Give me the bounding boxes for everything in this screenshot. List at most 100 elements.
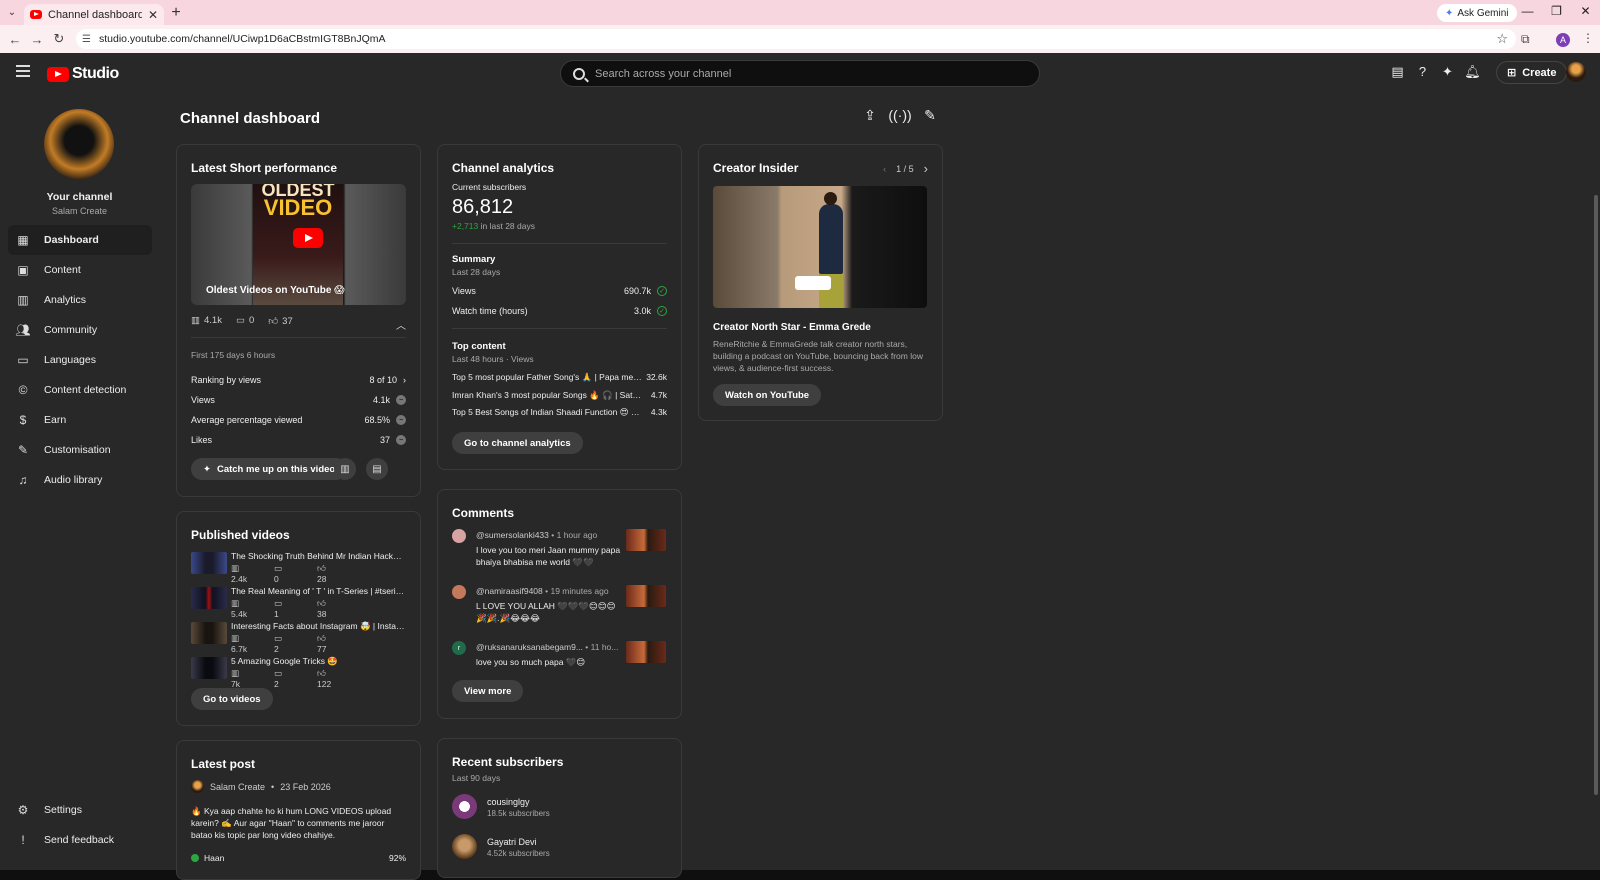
browser-menu-icon[interactable]: ⋮ (1582, 31, 1594, 45)
upload-icon[interactable]: ⇪ (862, 107, 878, 123)
go-to-videos-label: Go to videos (203, 693, 261, 705)
prev-icon[interactable]: ‹ (883, 164, 886, 174)
creator-insider-thumbnail[interactable] (713, 186, 927, 308)
sidebar-item-label: Audio library (44, 474, 103, 486)
comment-time: • 11 ho... (585, 642, 619, 652)
sidebar-item-languages[interactable]: ▭ Languages (8, 345, 152, 375)
subscriber-item[interactable]: Gayatri Devi 4.52k subscribers (452, 834, 667, 862)
studio-logo[interactable]: Studio (47, 65, 119, 83)
dollar-icon: $ (19, 413, 27, 427)
reload-icon[interactable]: ↻ (48, 31, 70, 47)
tab-title: Channel dashboard - YouTube (48, 8, 142, 21)
short-thumb-text: OLDEST VIDEO (253, 184, 343, 220)
ai-sparkle-icon[interactable]: ✦ (1440, 64, 1455, 79)
published-videos-card: Published videos The Shocking Truth Behi… (176, 511, 421, 726)
site-info-icon[interactable]: ☰ (82, 34, 91, 45)
comments-shortcut-button[interactable]: ▤ (366, 458, 388, 480)
close-window-icon[interactable]: ✕ (1571, 4, 1600, 18)
sidebar-item-content-detection[interactable]: © Content detection (8, 375, 152, 405)
sidebar-item-earn[interactable]: $ Earn (8, 405, 152, 435)
tab-search-icon[interactable]: ⌄ (0, 0, 24, 25)
sidebar-item-dashboard[interactable]: ▦ Dashboard (8, 225, 152, 255)
browser-tab[interactable]: Channel dashboard - YouTube ✕ (24, 4, 164, 25)
subscriber-item[interactable]: cousinglgy 18.5k subscribers (452, 794, 667, 822)
video-row[interactable]: The Shocking Truth Behind Mr Indian Hack… (191, 551, 406, 584)
studio-header: Studio Search across your channel ▤ ? ✦ … (0, 53, 1600, 95)
sidebar-item-community[interactable]: 👥︎ Community (8, 315, 152, 345)
go-live-icon[interactable]: ((·)) (888, 107, 911, 123)
catch-me-up-button[interactable]: ✦ Catch me up on this video (191, 458, 348, 480)
go-to-videos-button[interactable]: Go to videos (191, 688, 273, 710)
forward-icon[interactable]: → (26, 32, 48, 47)
post-text: 🔥 Kya aap chahte ho ki hum LONG VIDEOS u… (191, 806, 392, 840)
card-title: Channel analytics (452, 161, 555, 175)
ranking-row[interactable]: Ranking by views 8 of 10 › (191, 373, 406, 387)
address-bar[interactable]: ☰ studio.youtube.com/channel/UCiwp1D6aCB… (76, 29, 1516, 49)
chevron-up-icon[interactable]: ︿ (396, 317, 406, 332)
top-content-row[interactable]: Top 5 most popular Father Song's 🙏 | Pap… (452, 372, 667, 384)
extensions-icon[interactable]: ⧉ (1521, 32, 1530, 47)
minimize-icon[interactable]: — (1513, 4, 1542, 18)
go-to-channel-analytics-button[interactable]: Go to channel analytics (452, 432, 583, 454)
top-content-row[interactable]: Imran Khan's 3 most popular Songs 🔥 🎧 | … (452, 390, 667, 402)
info-icon[interactable]: − (396, 435, 406, 445)
divider (452, 328, 667, 329)
edit-post-icon[interactable]: ✎ (922, 107, 938, 123)
comment-item[interactable]: r @ruksanaruksanabegam9... • 11 ho... lo… (452, 641, 667, 685)
notifications-bell-icon[interactable]: 🔔︎ (1464, 64, 1481, 79)
account-avatar[interactable] (1566, 62, 1586, 82)
short-thumbnail[interactable]: OLDEST VIDEO Oldest Videos on YouTube 😱 (191, 184, 406, 305)
sidebar-item-label: Languages (44, 354, 96, 366)
bookmark-star-icon[interactable]: ☆ (1496, 31, 1508, 47)
comment-text: love you so much papa 🖤😊 (476, 657, 586, 667)
short-caption: Oldest Videos on YouTube 😱 (206, 285, 345, 296)
analytics-shortcut-button[interactable]: ▥ (334, 458, 356, 480)
sidebar-item-customisation[interactable]: ✎ Customisation (8, 435, 152, 465)
views-stat: ▥ 2.4k (231, 563, 274, 584)
channel-avatar[interactable] (44, 109, 114, 179)
next-icon[interactable]: › (924, 161, 928, 176)
sidebar-item-settings[interactable]: ⚙ Settings (8, 795, 152, 825)
subtitles-icon[interactable]: ▤ (1390, 64, 1405, 79)
comment-video-thumbnail (626, 585, 666, 607)
view-more-button[interactable]: View more (452, 680, 524, 702)
comment-item[interactable]: @namiraasif9408 • 19 minutes ago L LOVE … (452, 585, 667, 629)
new-tab-icon[interactable]: + (164, 4, 188, 22)
create-button[interactable]: ⊞ Create (1496, 61, 1568, 84)
info-icon[interactable]: − (396, 415, 406, 425)
video-row[interactable]: 5 Amazing Google Tricks 🤩 ▥ 7k ▭ 2 👍︎ 12… (191, 656, 406, 689)
bar-chart-icon: ▥ (340, 463, 350, 475)
sidebar-item-audio-library[interactable]: ♫ Audio library (8, 465, 152, 495)
restore-icon[interactable]: ❐ (1542, 4, 1571, 18)
video-row[interactable]: Interesting Facts about Instagram 🤯 | In… (191, 621, 406, 654)
thumb-line-2: VIDEO (263, 195, 333, 220)
comment-icon: ▭ (235, 315, 245, 326)
browser-toolbar: ← → ↻ ☰ studio.youtube.com/channel/UCiwp… (0, 25, 1600, 53)
info-icon[interactable]: − (396, 395, 406, 405)
likes-stat: 👍︎ 38 (317, 598, 357, 619)
page-scrollbar[interactable] (1594, 195, 1598, 795)
sidebar-item-send-feedback[interactable]: ! Send feedback (8, 825, 152, 855)
top-content-value: 4.3k (650, 407, 667, 417)
watch-on-youtube-button[interactable]: Watch on YouTube (713, 384, 822, 406)
close-tab-icon[interactable]: ✕ (148, 8, 158, 22)
bar-chart-icon: ▥ (191, 315, 200, 326)
help-icon[interactable]: ? (1415, 64, 1430, 79)
subscriber-avatar (452, 794, 477, 819)
back-icon[interactable]: ← (4, 32, 26, 47)
poll-selected-dot (191, 854, 199, 862)
comment-item[interactable]: @sumersolanki433 • 1 hour ago I love you… (452, 529, 667, 573)
video-row[interactable]: The Real Meaning of ' T ' in T-Series | … (191, 586, 406, 619)
ask-gemini-button[interactable]: ✦ Ask Gemini (1437, 4, 1517, 22)
subscribers-change: +2,713 in last 28 days (452, 221, 535, 231)
hamburger-menu-icon[interactable] (16, 65, 30, 77)
creator-insider-video-title[interactable]: Creator North Star - Emma Grede (713, 322, 871, 333)
search-input[interactable]: Search across your channel (560, 60, 1040, 87)
sidebar-item-analytics[interactable]: ▥ Analytics (8, 285, 152, 315)
sidebar-item-content[interactable]: ▣ Content (8, 255, 152, 285)
card-title: Recent subscribers (452, 755, 564, 769)
browser-profile-avatar[interactable]: A (1556, 33, 1570, 47)
top-content-row[interactable]: Top 5 Best Songs of Indian Shaadi Functi… (452, 407, 667, 419)
video-stats: ▥ 5.4k ▭ 1 👍︎ 38 (231, 598, 357, 619)
short-period: First 175 days 6 hours (191, 350, 276, 360)
